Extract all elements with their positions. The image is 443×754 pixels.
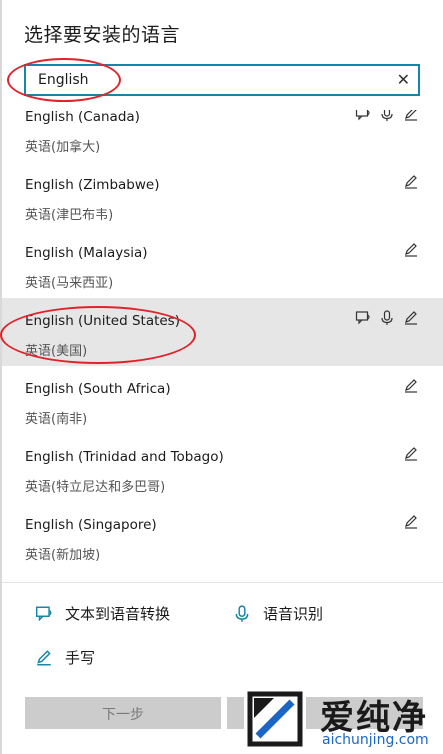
language-name: English (United States) [25,313,180,329]
language-native-name: 英语(美国) [25,344,88,359]
language-name: English (Zimbabwe) [25,177,160,193]
text-to-speech-icon [355,110,370,121]
language-name: English (South Africa) [25,381,171,397]
language-native-name: 英语(马来西亚) [25,276,114,291]
language-native-name: 英语(南非) [25,412,88,427]
text-to-speech-icon [355,311,370,325]
language-name: English (Canada) [25,110,140,125]
language-name: English (Malaysia) [25,245,148,261]
watermark: 爱纯净 aichunjing.com [244,688,443,754]
search-box[interactable]: ✕ [24,64,420,96]
language-row-trinidad-and-tobago[interactable]: English (Trinidad and Tobago) 英语(特立尼达和多巴… [2,434,443,502]
legend-label: 文本到语音转换 [65,605,171,623]
language-native-name: 英语(津巴布韦) [25,208,114,223]
handwriting-icon [405,243,417,257]
language-row-canada[interactable]: English (Canada) 英语(加拿大) [2,110,443,162]
speech-recognition-icon [381,110,393,121]
language-row-singapore[interactable]: English (Singapore) 英语(新加坡) [2,502,443,570]
page-title: 选择要安装的语言 [24,24,181,46]
language-native-name: 英语(特立尼达和多巴哥) [25,480,166,495]
language-row-zimbabwe[interactable]: English (Zimbabwe) 英语(津巴布韦) [2,162,443,230]
language-row-malaysia[interactable]: English (Malaysia) 英语(马来西亚) [2,230,443,298]
handwriting-icon [405,447,417,461]
language-list[interactable]: English (Canada) 英语(加拿大) English (Zimbab… [2,110,443,580]
handwriting-icon [405,175,417,189]
search-input[interactable] [38,70,378,90]
legend-label: 语音识别 [263,605,324,623]
watermark-text-en: aichunjing.com [322,732,429,748]
speech-recognition-icon [381,310,393,325]
language-row-united-states[interactable]: English (United States) 英语(美国) [2,298,443,366]
text-to-speech-icon [35,606,52,622]
language-name: English (Trinidad and Tobago) [25,449,224,465]
handwriting-icon [405,379,417,393]
section-divider [2,582,443,583]
language-name: English (Singapore) [25,517,157,533]
handwriting-icon [405,110,417,121]
language-native-name: 英语(加拿大) [25,140,101,155]
language-native-name: 英语(新加坡) [25,548,101,563]
handwriting-icon [405,311,417,325]
next-button[interactable]: 下一步 [25,697,221,729]
speech-recognition-icon [235,605,249,622]
legend-label: 手写 [65,649,96,667]
handwriting-icon [37,650,51,666]
clear-icon[interactable]: ✕ [397,70,410,89]
language-row-south-africa[interactable]: English (South Africa) 英语(南非) [2,366,443,434]
watermark-logo-icon [244,688,306,750]
handwriting-icon [405,515,417,529]
